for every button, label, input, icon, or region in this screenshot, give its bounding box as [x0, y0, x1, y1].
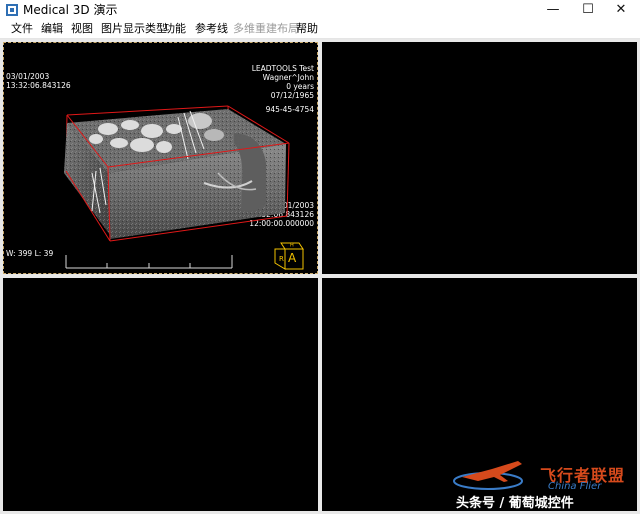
viewport-3d[interactable]: 03/01/2003 13:32:06.843126 LEADTOOLS Tes…	[3, 42, 318, 274]
menu-help[interactable]: 帮助	[296, 22, 318, 36]
menu-functions[interactable]: 功能	[164, 22, 186, 36]
watermark-credit: 头条号 / 葡萄城控件	[456, 496, 574, 511]
maximize-button[interactable]: ☐	[573, 0, 603, 20]
watermark-en: China Flier	[548, 481, 602, 492]
svg-text:R: R	[279, 255, 284, 263]
title-bar: Medical 3D 演示 — ☐ ✕	[0, 0, 640, 20]
volume-render	[64, 105, 290, 269]
menu-bar: 文件 编辑 视图 图片显示类型 功能 参考线 多维重建布局 帮助	[0, 20, 640, 39]
viewport-2[interactable]	[322, 42, 637, 274]
app-icon	[6, 4, 18, 16]
viewport-3[interactable]	[3, 278, 318, 511]
close-button[interactable]: ✕	[606, 0, 636, 20]
watermark-logo-icon	[453, 461, 523, 490]
menu-view[interactable]: 视图	[71, 22, 93, 36]
window-title: Medical 3D 演示	[23, 3, 118, 17]
menu-edit[interactable]: 编辑	[41, 22, 63, 36]
orientation-label: A	[288, 251, 297, 265]
menu-reference-lines[interactable]: 参考线	[195, 22, 228, 36]
menu-image-display-type[interactable]: 图片显示类型	[101, 22, 167, 36]
svg-text:H: H	[290, 243, 294, 249]
viewer-area: 03/01/2003 13:32:06.843126 LEADTOOLS Tes…	[0, 39, 640, 514]
menu-mpr-layout: 多维重建布局	[233, 22, 299, 35]
minimize-button[interactable]: —	[538, 0, 568, 20]
ruler	[65, 255, 233, 269]
menu-file[interactable]: 文件	[11, 22, 33, 36]
